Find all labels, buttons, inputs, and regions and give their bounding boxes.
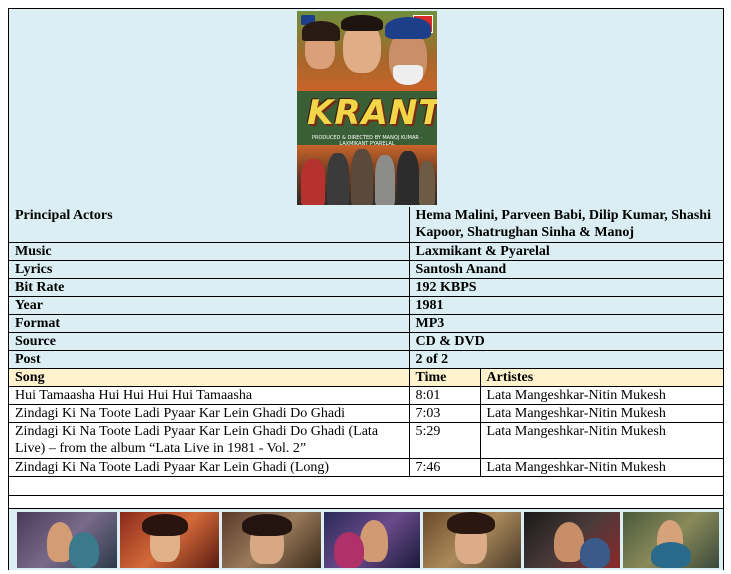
poster-title: KRANTI <box>307 93 437 133</box>
detail-value: CD & DVD <box>408 332 724 351</box>
song-row: Zindagi Ki Na Toote Ladi Pyaar Kar Lein … <box>9 404 724 423</box>
song-artistes: Lata Mangeshkar-Nitin Mukesh <box>479 458 724 477</box>
movie-poster-image: KRANTI PRODUCED & DIRECTED BY MANOJ KUMA… <box>297 11 437 205</box>
detail-key: Music <box>9 242 410 261</box>
detail-row: Format MP3 <box>9 314 724 333</box>
song-title: Zindagi Ki Na Toote Ladi Pyaar Kar Lein … <box>9 422 410 459</box>
movie-still-image <box>222 512 321 568</box>
movie-still-image <box>423 512 521 568</box>
movie-still-image <box>17 512 117 568</box>
spacer-row <box>9 476 724 496</box>
song-time: 5:29 <box>408 422 481 459</box>
detail-row: Post 2 of 2 <box>9 350 724 369</box>
time-column-header: Time <box>408 368 481 387</box>
artistes-column-header: Artistes <box>479 368 724 387</box>
poster-cell: KRANTI PRODUCED & DIRECTED BY MANOJ KUMA… <box>9 9 723 208</box>
song-row: Zindagi Ki Na Toote Ladi Pyaar Kar Lein … <box>9 458 724 477</box>
song-time: 7:03 <box>408 404 481 423</box>
song-title: Zindagi Ki Na Toote Ladi Pyaar Kar Lein … <box>9 404 410 423</box>
movie-still-image <box>324 512 420 568</box>
song-row: Hui Tamaasha Hui Hui Hui Hui Tamaasha 8:… <box>9 386 724 405</box>
detail-value: 192 KBPS <box>408 278 724 297</box>
detail-key: Source <box>9 332 410 351</box>
detail-row: Bit Rate 192 KBPS <box>9 278 724 297</box>
detail-value: Laxmikant & Pyarelal <box>408 242 724 261</box>
song-time: 8:01 <box>408 386 481 405</box>
song-artistes: Lata Mangeshkar-Nitin Mukesh <box>479 422 724 459</box>
detail-row: Music Laxmikant & Pyarelal <box>9 242 724 261</box>
detail-value: Santosh Anand <box>408 260 724 279</box>
detail-key: Year <box>9 296 410 315</box>
screenshot-strip <box>9 508 723 570</box>
detail-row: Source CD & DVD <box>9 332 724 351</box>
detail-key: Bit Rate <box>9 278 410 297</box>
movie-still-image <box>120 512 219 568</box>
song-column-header: Song <box>9 368 410 387</box>
detail-row: Year 1981 <box>9 296 724 315</box>
spacer-cell <box>9 476 724 496</box>
details-table: Principal Actors Hema Malini, Parveen Ba… <box>9 207 724 496</box>
song-time: 7:46 <box>408 458 481 477</box>
detail-value: 1981 <box>408 296 724 315</box>
detail-row: Lyrics Santosh Anand <box>9 260 724 279</box>
movie-still-image <box>623 512 719 568</box>
song-title: Zindagi Ki Na Toote Ladi Pyaar Kar Lein … <box>9 458 410 477</box>
detail-value: MP3 <box>408 314 724 333</box>
movie-still-image <box>524 512 620 568</box>
song-title: Hui Tamaasha Hui Hui Hui Hui Tamaasha <box>9 386 410 405</box>
detail-key: Format <box>9 314 410 333</box>
post-frame: KRANTI PRODUCED & DIRECTED BY MANOJ KUMA… <box>8 8 724 570</box>
song-row: Zindagi Ki Na Toote Ladi Pyaar Kar Lein … <box>9 422 724 459</box>
poster-credit: PRODUCED & DIRECTED BY MANOJ KUMAR · LAX… <box>311 135 423 147</box>
song-artistes: Lata Mangeshkar-Nitin Mukesh <box>479 386 724 405</box>
detail-key: Principal Actors <box>9 207 410 243</box>
detail-key: Post <box>9 350 410 369</box>
song-artistes: Lata Mangeshkar-Nitin Mukesh <box>479 404 724 423</box>
detail-value: Hema Malini, Parveen Babi, Dilip Kumar, … <box>408 207 724 243</box>
detail-row: Principal Actors Hema Malini, Parveen Ba… <box>9 207 724 243</box>
detail-value: 2 of 2 <box>408 350 724 369</box>
song-table-header: Song Time Artistes <box>9 368 724 387</box>
detail-key: Lyrics <box>9 260 410 279</box>
